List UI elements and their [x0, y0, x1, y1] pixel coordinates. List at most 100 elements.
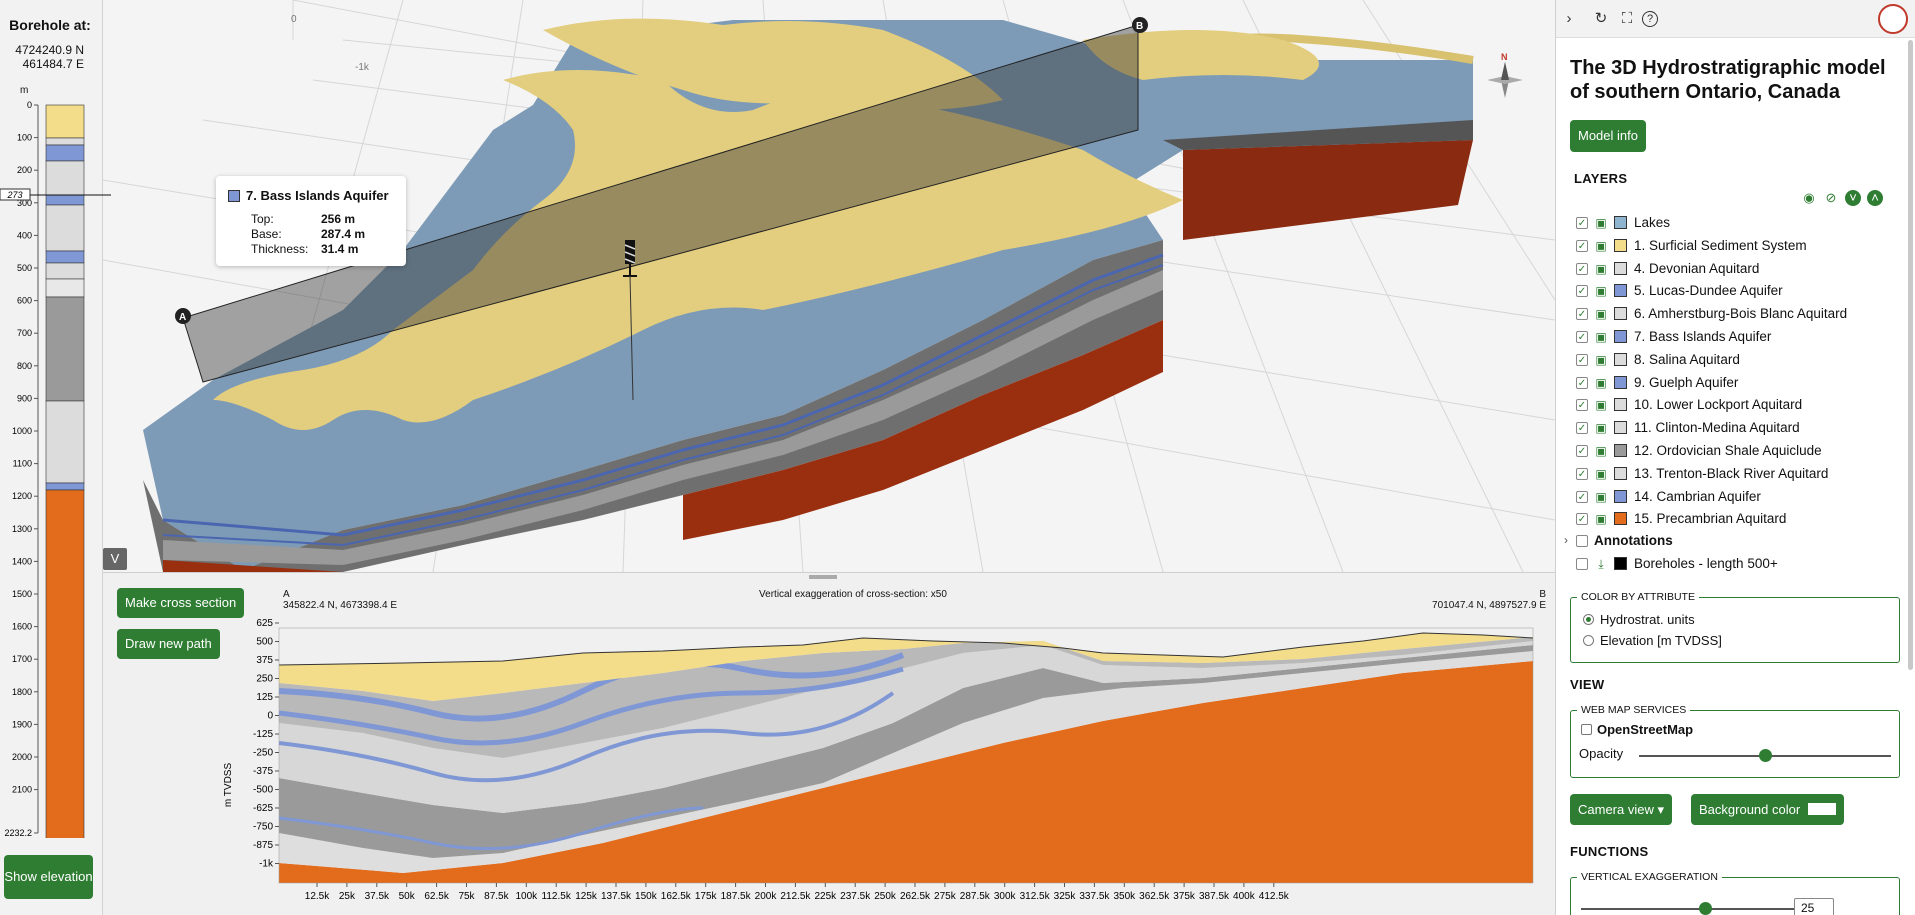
cube-icon[interactable]: ▣ — [1594, 284, 1608, 298]
vexag-slider[interactable] — [1581, 908, 1796, 910]
cube-icon[interactable]: ▣ — [1594, 398, 1608, 412]
chevron-right-icon[interactable]: › — [1558, 8, 1580, 30]
borehole-segment[interactable] — [45, 278, 85, 298]
cube-icon[interactable]: ▣ — [1594, 216, 1608, 230]
borehole-column[interactable]: 0100200300400500600700800900100011001200… — [0, 98, 103, 838]
layer-checkbox[interactable]: ✓ — [1576, 353, 1588, 366]
radio-elevation[interactable]: Elevation [m TVDSS] — [1583, 633, 1722, 648]
layer-row[interactable]: ✓ ▣ 13. Trenton-Black River Aquitard — [1576, 465, 1896, 485]
vexag-input[interactable]: 25 — [1794, 898, 1834, 915]
layer-label: Lakes — [1634, 215, 1671, 230]
layer-checkbox[interactable]: ✓ — [1576, 399, 1588, 412]
borehole-segment[interactable] — [45, 204, 85, 252]
layer-row[interactable]: ✓ ▣ 12. Ordovician Shale Aquiclude — [1576, 442, 1896, 462]
layer-row[interactable]: ✓ ▣ 9. Guelph Aquifer — [1576, 374, 1896, 394]
annotations-row[interactable]: › Annotations — [1564, 532, 1884, 552]
panel-scrollbar[interactable] — [1908, 40, 1913, 670]
borehole-segment[interactable] — [45, 296, 85, 402]
help-icon[interactable]: ? — [1642, 11, 1658, 27]
layer-row[interactable]: ✓ ▣ 10. Lower Lockport Aquitard — [1576, 396, 1896, 416]
layer-checkbox[interactable]: ✓ — [1576, 217, 1588, 229]
borehole-segment[interactable] — [45, 194, 85, 206]
borehole-segment[interactable] — [45, 400, 85, 484]
background-color-swatch — [1808, 803, 1837, 815]
vexag-slider-knob[interactable] — [1699, 902, 1712, 915]
xs-x-tick-label: 50k — [399, 891, 416, 902]
show-all-icon[interactable]: ◉ — [1801, 190, 1817, 206]
borehole-segment[interactable] — [45, 482, 85, 491]
osm-checkbox[interactable] — [1581, 724, 1592, 735]
layer-row[interactable]: ✓ ▣ 1. Surficial Sediment System — [1576, 237, 1896, 257]
cube-icon[interactable]: ▣ — [1594, 444, 1608, 458]
cube-icon[interactable]: ▣ — [1594, 490, 1608, 504]
download-icon[interactable]: ⤓ — [1594, 557, 1608, 571]
cross-section-plot[interactable]: m TVDSS 625 500 375 250 125 0 -125 -250 -375 -500… — [103, 573, 1555, 915]
cube-icon[interactable]: ▣ — [1594, 330, 1608, 344]
layer-row[interactable]: ✓ ▣ 5. Lucas-Dundee Aquifer — [1576, 282, 1896, 302]
layer-row[interactable]: ✓ ▣ 6. Amherstburg-Bois Blanc Aquitard — [1576, 305, 1896, 325]
reset-icon[interactable]: ↻ — [1590, 8, 1612, 30]
xs-y-tick-label: 125 — [256, 692, 273, 703]
layer-checkbox[interactable]: ✓ — [1576, 308, 1588, 321]
cube-icon[interactable]: ▣ — [1594, 512, 1608, 526]
layer-row[interactable]: ✓ ▣ 11. Clinton-Medina Aquitard — [1576, 419, 1896, 439]
opacity-label: Opacity — [1579, 746, 1624, 761]
hide-all-icon[interactable]: ⊘ — [1823, 190, 1839, 206]
chevron-right-icon[interactable]: › — [1564, 533, 1568, 547]
annotations-checkbox[interactable] — [1576, 535, 1588, 547]
layer-checkbox[interactable]: ✓ — [1576, 262, 1588, 275]
layer-row[interactable]: ✓ ▣ 15. Precambrian Aquitard — [1576, 510, 1896, 530]
collapse-all-icon[interactable]: ˄ — [1867, 190, 1883, 206]
fullscreen-icon[interactable]: ⛶ — [1616, 8, 1638, 30]
boreholes-row[interactable]: ⤓ Boreholes - length 500+ — [1576, 555, 1896, 575]
layer-row[interactable]: ✓ ▣ 4. Devonian Aquitard — [1576, 260, 1896, 280]
borehole-segment[interactable] — [45, 137, 85, 146]
layer-checkbox[interactable]: ✓ — [1576, 376, 1588, 389]
borehole-segment[interactable] — [45, 489, 85, 838]
layer-row[interactable]: ✓ ▣ 7. Bass Islands Aquifer — [1576, 328, 1896, 348]
layer-checkbox[interactable]: ✓ — [1576, 239, 1588, 252]
cube-icon[interactable]: ▣ — [1594, 467, 1608, 481]
cube-icon[interactable]: ▣ — [1594, 421, 1608, 435]
borehole-title: Borehole at: — [9, 17, 91, 33]
collapse-panel-button[interactable]: V — [103, 548, 127, 570]
layer-checkbox[interactable]: ✓ — [1576, 445, 1588, 457]
radio-off-icon[interactable] — [1583, 635, 1594, 646]
xs-x-tick-label: 225k — [814, 891, 837, 902]
camera-view-dropdown[interactable]: Camera view ▾ — [1570, 794, 1672, 825]
layer-row[interactable]: ✓ ▣ 14. Cambrian Aquifer — [1576, 488, 1896, 508]
layer-row[interactable]: ✓ ▣ 8. Salina Aquitard — [1576, 351, 1896, 371]
3d-scene[interactable]: 0 -1k A B N — [103, 0, 1555, 572]
background-color-button[interactable]: Background color — [1691, 794, 1845, 825]
layer-checkbox[interactable]: ✓ — [1576, 331, 1588, 343]
opacity-slider-knob[interactable] — [1759, 749, 1772, 762]
layer-checkbox[interactable]: ✓ — [1576, 422, 1588, 435]
borehole-segment[interactable] — [45, 144, 85, 162]
layer-checkbox[interactable]: ✓ — [1576, 513, 1588, 526]
cube-icon[interactable]: ▣ — [1594, 376, 1608, 390]
borehole-segment[interactable] — [45, 262, 85, 280]
radio-hydrostrat[interactable]: Hydrostrat. units — [1583, 612, 1695, 627]
show-elevation-button[interactable]: Show elevation — [4, 855, 93, 899]
model-info-button[interactable]: Model info — [1570, 120, 1646, 152]
layer-row[interactable]: ✓ ▣ Lakes — [1576, 214, 1896, 234]
cube-icon[interactable]: ▣ — [1594, 262, 1608, 276]
layer-checkbox[interactable]: ✓ — [1576, 467, 1588, 480]
xs-x-tick-label: 350k — [1113, 891, 1136, 902]
radio-on-icon[interactable] — [1583, 614, 1594, 625]
borehole-segment[interactable] — [45, 250, 85, 264]
cube-icon[interactable]: ▣ — [1594, 353, 1608, 367]
layer-checkbox[interactable]: ✓ — [1576, 490, 1588, 503]
xs-x-tick-label: 375k — [1173, 891, 1196, 902]
cube-icon[interactable]: ▣ — [1594, 239, 1608, 253]
web-map-services: WEB MAP SERVICES OpenStreetMap Opacity — [1570, 704, 1900, 778]
borehole-segment[interactable] — [45, 160, 85, 196]
layer-label: 4. Devonian Aquitard — [1634, 260, 1760, 276]
cube-icon[interactable]: ▣ — [1594, 307, 1608, 321]
expand-all-icon[interactable]: ˅ — [1845, 190, 1861, 206]
boreholes-checkbox[interactable] — [1576, 558, 1588, 570]
borehole-segment[interactable] — [45, 104, 85, 139]
compass-icon[interactable]: N — [1487, 52, 1523, 98]
model-3d-view[interactable]: 0 -1k A B N 7. Bass Islands Aquifer Top:… — [103, 0, 1555, 572]
layer-checkbox[interactable]: ✓ — [1576, 285, 1588, 298]
